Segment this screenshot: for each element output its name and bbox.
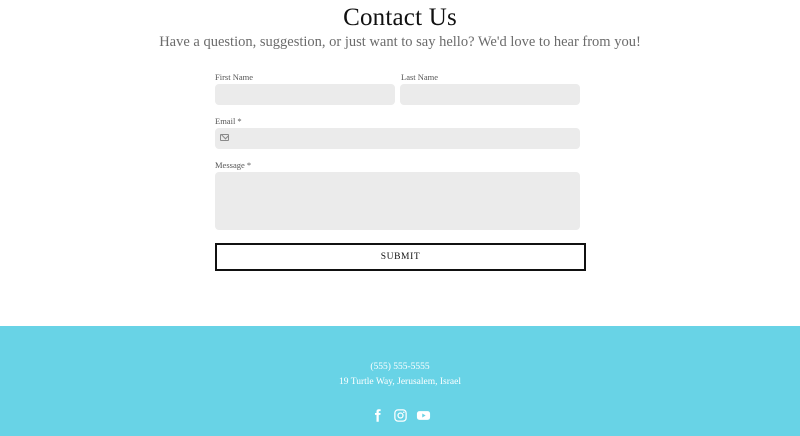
first-name-field[interactable]	[215, 84, 395, 105]
email-field[interactable]	[215, 128, 580, 149]
site-footer: (555) 555-5555 19 Turtle Way, Jerusalem,…	[0, 326, 800, 436]
instagram-link[interactable]	[393, 408, 408, 423]
page-subtitle: Have a question, suggestion, or just wan…	[159, 34, 641, 50]
page-title: Contact Us	[343, 4, 457, 31]
social-links	[0, 408, 800, 423]
instagram-icon	[393, 409, 407, 422]
last-name-label: Last Name	[401, 72, 439, 82]
email-label: Email *	[215, 116, 242, 126]
youtube-link[interactable]	[416, 408, 431, 423]
first-name-label: First Name	[215, 72, 254, 82]
facebook-icon	[374, 409, 381, 422]
envelope-icon	[220, 134, 229, 141]
footer-address: 19 Turtle Way, Jerusalem, Israel	[339, 377, 461, 387]
footer-phone: (555) 555-5555	[370, 362, 430, 372]
last-name-field[interactable]	[400, 84, 580, 105]
message-field[interactable]	[215, 172, 580, 230]
message-label: Message *	[215, 160, 252, 170]
youtube-icon	[416, 411, 430, 420]
facebook-link[interactable]	[370, 408, 385, 423]
submit-button[interactable]: SUBMIT	[215, 243, 586, 271]
